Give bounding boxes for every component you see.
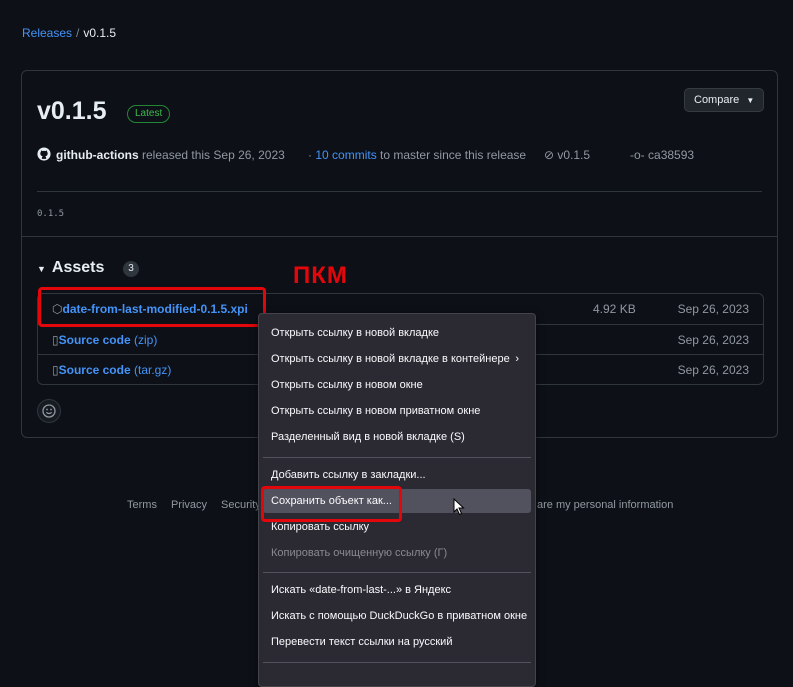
release-commit-sha[interactable]: -o- ca38593	[630, 148, 694, 162]
release-commits-line: · 10 commits to master since this releas…	[308, 148, 526, 162]
compare-button[interactable]: Compare ▼	[684, 88, 765, 112]
asset-ext: (tar.gz)	[133, 363, 172, 377]
commits-suffix: to master since this release	[380, 148, 527, 162]
menu-copy-clean-link[interactable]: Копировать очищенную ссылку (Г)	[263, 541, 531, 565]
breadcrumb: Releases / v0.1.5	[22, 26, 116, 40]
menu-search-duckduckgo-private[interactable]: Искать с помощью DuckDuckGo в приватном …	[263, 604, 531, 628]
asset-ext: (zip)	[133, 333, 158, 347]
latest-badge: Latest	[127, 105, 171, 123]
menu-open-in-new-window[interactable]: Открыть ссылку в новом окне	[263, 373, 531, 397]
asset-link[interactable]: ▯Source code (tar.gz)	[52, 363, 171, 377]
footer-do-not-share-link[interactable]: are my personal information	[537, 499, 673, 511]
chevron-right-icon: ›	[515, 353, 519, 365]
tag-label: v0.1.5	[557, 148, 591, 162]
release-card: v0.1.5 Latest Compare ▼ github-actions r…	[21, 70, 778, 237]
menu-open-in-new-tab[interactable]: Открыть ссылку в новой вкладке	[263, 321, 531, 345]
footer-security-link[interactable]: Security	[221, 499, 261, 511]
footer-privacy-link[interactable]: Privacy	[171, 499, 207, 511]
release-author-line: github-actions released this Sep 26, 202…	[56, 148, 285, 162]
commits-bullet: ·	[308, 148, 312, 162]
assets-count-badge: 3	[123, 261, 139, 277]
mouse-pointer-icon	[453, 498, 465, 516]
menu-bookmark-link[interactable]: Добавить ссылку в закладки...	[263, 463, 531, 487]
asset-date: Sep 26, 2023	[677, 302, 749, 316]
smiley-icon	[42, 404, 56, 418]
assets-toggle[interactable]: ▼ Assets	[37, 259, 104, 277]
commit-sha-label: ca38593	[648, 148, 695, 162]
release-author[interactable]: github-actions	[56, 148, 139, 162]
menu-split-view[interactable]: Разделенный вид в новой вкладке (S)	[263, 425, 531, 449]
asset-link[interactable]: ▯Source code (zip)	[52, 333, 157, 347]
triangle-down-icon: ▼	[37, 264, 46, 274]
release-date-text: released this Sep 26, 2023	[142, 148, 285, 162]
asset-name: Source code	[58, 333, 131, 347]
tag-icon: ⊘	[544, 148, 555, 162]
file-zip-icon: ▯	[52, 363, 59, 377]
menu-separator	[263, 662, 531, 663]
breadcrumb-releases-link[interactable]: Releases	[22, 26, 72, 40]
menu-item-label: Открыть ссылку в новой вкладке в контейн…	[271, 353, 510, 365]
asset-date: Sep 26, 2023	[677, 333, 749, 347]
menu-separator	[263, 457, 531, 458]
menu-translate-link-text[interactable]: Перевести текст ссылки на русский	[263, 630, 531, 654]
github-mark-icon	[37, 147, 51, 161]
menu-open-in-private-window[interactable]: Открыть ссылку в новом приватном окне	[263, 399, 531, 423]
menu-search-yandex[interactable]: Искать «date-from-last-...» в Яндекс	[263, 578, 531, 602]
footer-links: Terms Privacy Security	[127, 499, 275, 511]
release-body: 0.1.5	[37, 209, 65, 219]
release-tag[interactable]: ⊘ v0.1.5	[544, 148, 590, 162]
menu-open-in-container-tab[interactable]: Открыть ссылку в новой вкладке в контейн…	[263, 347, 531, 371]
save-as-highlight-box	[261, 486, 402, 522]
file-zip-icon: ▯	[52, 333, 59, 347]
menu-separator	[263, 572, 531, 573]
asset-highlight-box	[38, 287, 266, 327]
assets-title-label: Assets	[51, 259, 105, 276]
asset-date: Sep 26, 2023	[677, 363, 749, 377]
asset-name: Source code	[58, 363, 131, 377]
commits-link[interactable]: 10 commits	[315, 148, 376, 162]
compare-label: Compare	[694, 94, 740, 106]
footer-terms-link[interactable]: Terms	[127, 499, 157, 511]
right-click-annotation: ПКМ	[293, 262, 348, 289]
asset-size: 4.92 KB	[593, 302, 636, 316]
git-commit-icon: -o-	[630, 148, 645, 162]
triangle-down-icon: ▼	[746, 96, 755, 105]
release-title: v0.1.5	[37, 97, 107, 125]
add-reaction-button[interactable]	[37, 399, 61, 423]
breadcrumb-current: v0.1.5	[83, 26, 117, 40]
breadcrumb-separator: /	[76, 26, 80, 40]
divider	[37, 191, 762, 192]
